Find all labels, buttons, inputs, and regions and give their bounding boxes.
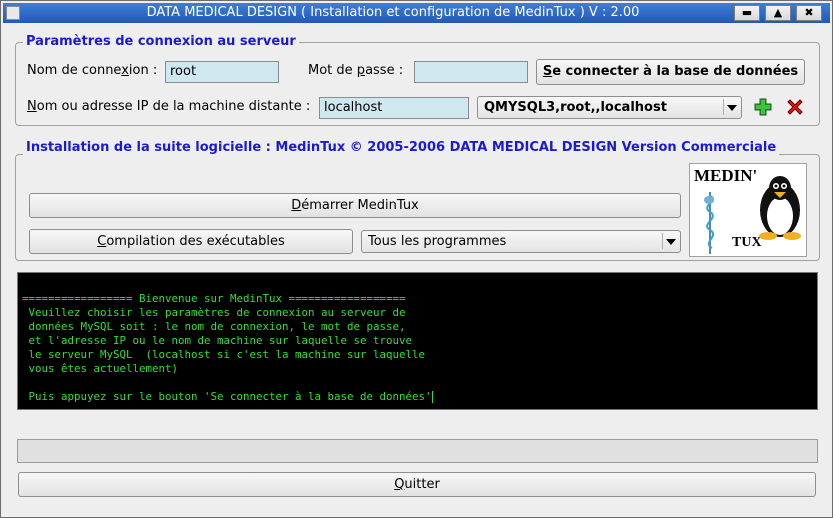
- progress-bar: [17, 439, 818, 463]
- compile-button[interactable]: Compilation des exécutables: [29, 229, 353, 254]
- host-label: Nom ou adresse IP de la machine distante…: [27, 99, 311, 114]
- plus-icon: [754, 98, 772, 116]
- install-group-title: Installation de la suite logicielle : Me…: [23, 140, 780, 156]
- connect-button[interactable]: Se connecter à la base de données: [536, 59, 805, 85]
- delete-profile-button[interactable]: [785, 97, 805, 117]
- delete-icon: [787, 99, 803, 115]
- host-input[interactable]: localhost: [319, 97, 469, 119]
- text-cursor: [431, 391, 433, 403]
- quit-button[interactable]: Quitter: [18, 472, 816, 497]
- title-bar[interactable]: DATA MEDICAL DESIGN ( Installation et co…: [3, 3, 830, 23]
- console-text: ================= Bienvenue sur MedinTux…: [22, 292, 433, 403]
- minimize-button[interactable]: ▬: [734, 5, 760, 21]
- chevron-down-icon[interactable]: [662, 233, 678, 249]
- logo-text-top: MEDIN': [694, 166, 757, 185]
- window-title: DATA MEDICAL DESIGN ( Installation et co…: [146, 5, 640, 20]
- maximize-button[interactable]: ▲: [765, 5, 791, 21]
- password-label: Mot de passe :: [308, 63, 404, 78]
- programs-select-value: Tous les programmes: [368, 234, 507, 249]
- connection-profile-select[interactable]: QMYSQL3,root,,localhost: [477, 96, 742, 119]
- login-input[interactable]: root: [165, 61, 279, 83]
- chevron-down-icon[interactable]: [723, 99, 739, 115]
- close-button[interactable]: ✖: [796, 5, 822, 21]
- programs-select[interactable]: Tous les programmes: [361, 230, 681, 253]
- medintux-logo: MEDIN' TUX: [689, 163, 807, 257]
- connection-profile-value: QMYSQL3,root,,localhost: [484, 100, 667, 115]
- password-input[interactable]: [414, 61, 528, 83]
- add-profile-button[interactable]: [753, 97, 773, 117]
- start-medintux-button[interactable]: Démarrer MedinTux: [29, 193, 681, 218]
- console-output[interactable]: ================= Bienvenue sur MedinTux…: [17, 272, 818, 410]
- logo-image: MEDIN' TUX: [694, 166, 801, 254]
- logo-text-bottom: TUX: [732, 235, 762, 250]
- app-window: DATA MEDICAL DESIGN ( Installation et co…: [0, 0, 833, 518]
- connection-group-title: Paramètres de connexion au serveur: [23, 34, 299, 50]
- login-label: Nom de connexion :: [27, 63, 158, 78]
